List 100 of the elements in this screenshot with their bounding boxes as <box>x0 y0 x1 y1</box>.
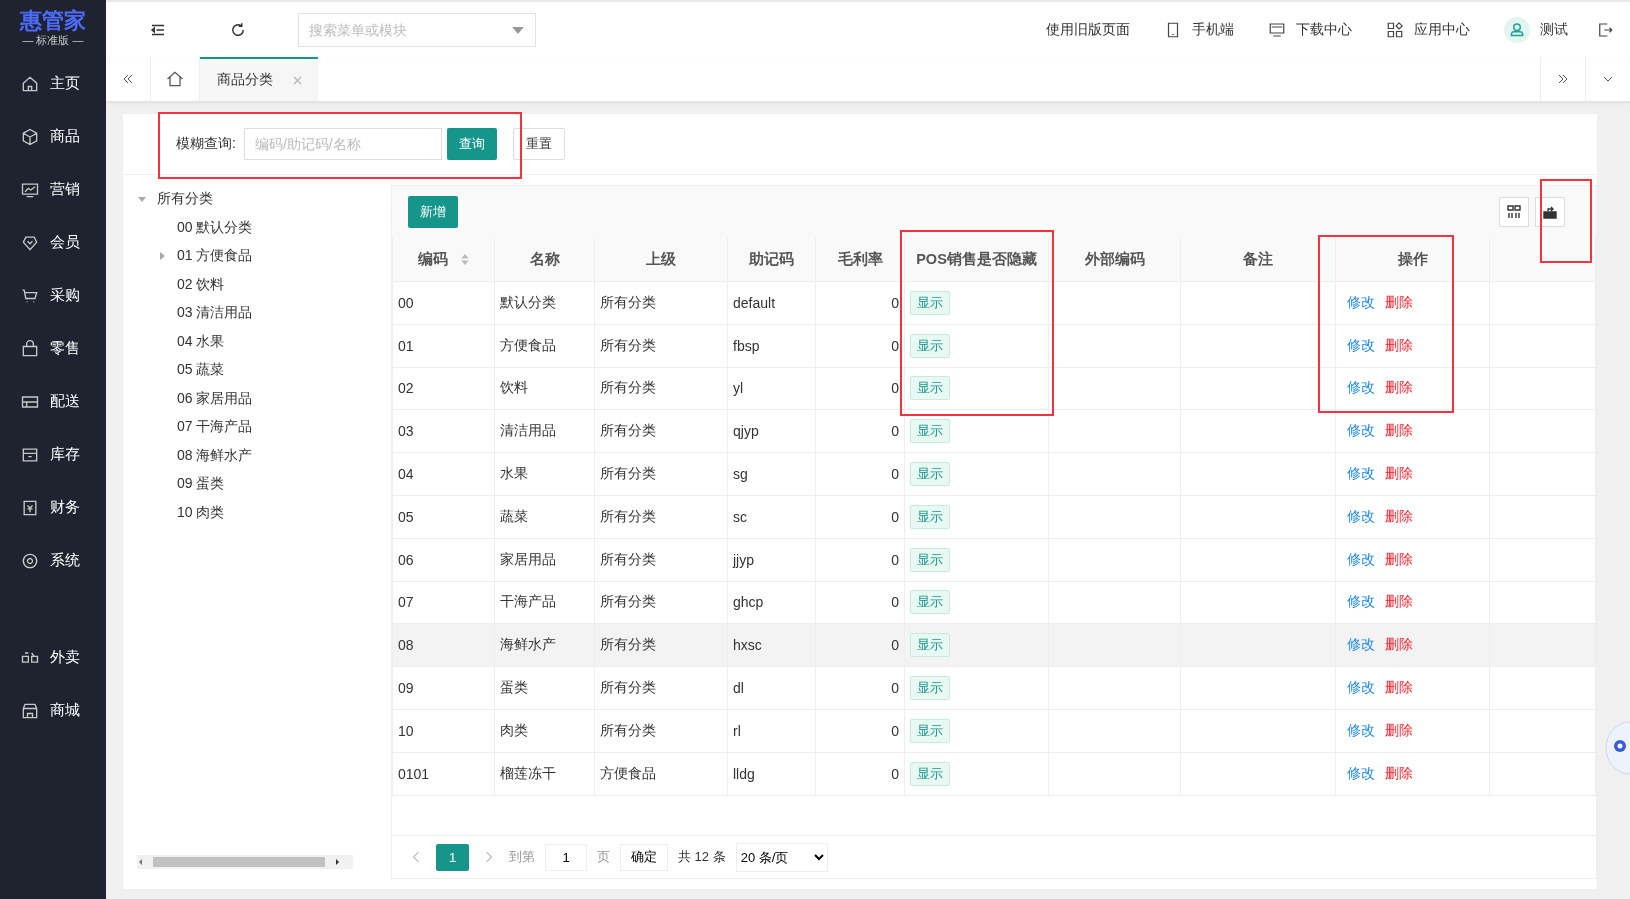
edit-link[interactable]: 修改 <box>1347 379 1375 396</box>
tree-item[interactable]: 06 家居用品 <box>137 384 359 413</box>
table-row[interactable]: 05 蔬菜 所有分类 sc 0 显示 修改 删除 <box>392 495 1596 539</box>
edit-link[interactable]: 修改 <box>1347 336 1375 353</box>
tree-item[interactable]: 00 默认分类 <box>137 213 359 242</box>
table-cell: 蔬菜 <box>494 495 595 539</box>
reset-button[interactable]: 重置 <box>512 128 565 160</box>
top-link[interactable]: 应用中心 <box>1386 20 1470 39</box>
delete-link[interactable]: 删除 <box>1385 422 1413 439</box>
search-button[interactable]: 查询 <box>446 128 497 160</box>
sidebar-item[interactable]: 零售 <box>0 322 106 375</box>
logout-icon[interactable] <box>1596 20 1614 39</box>
table-row[interactable]: 07 干海产品 所有分类 ghcp 0 显示 修改 删除 <box>392 581 1596 624</box>
tree-item[interactable]: 03 清洁用品 <box>137 299 359 328</box>
edit-link[interactable]: 修改 <box>1347 721 1375 738</box>
top-link[interactable]: 手机端 <box>1164 20 1234 39</box>
table-row[interactable]: 01 方便食品 所有分类 fbsp 0 显示 修改 删除 <box>392 324 1596 368</box>
columns-button[interactable] <box>1499 197 1529 227</box>
tree-item[interactable]: 所有分类 <box>137 185 359 214</box>
tree-item[interactable]: 02 饮料 <box>137 270 359 299</box>
edit-link[interactable]: 修改 <box>1347 550 1375 567</box>
delete-link[interactable]: 删除 <box>1385 593 1413 610</box>
tree-item[interactable]: 01 方便食品 <box>137 242 359 271</box>
refresh-icon[interactable] <box>229 20 247 39</box>
delete-link[interactable]: 删除 <box>1385 465 1413 482</box>
sidebar-item[interactable]: 配送 <box>0 375 106 428</box>
expand-caret-icon[interactable] <box>157 251 167 262</box>
page-input[interactable]: 1 <box>545 843 587 871</box>
horizontal-scrollbar[interactable] <box>137 855 353 869</box>
sidebar-item[interactable]: 商品 <box>0 110 106 163</box>
table-cell: 06 <box>392 538 495 582</box>
tree-item[interactable]: 05 蔬菜 <box>137 356 359 385</box>
user-menu[interactable]: 测试 <box>1504 16 1568 43</box>
old-version-link[interactable]: 使用旧版页面 <box>1046 20 1130 39</box>
table-row[interactable]: 04 水果 所有分类 sg 0 显示 修改 删除 <box>392 452 1596 496</box>
table-row[interactable]: 00 默认分类 所有分类 default 0 显示 修改 删除 <box>392 281 1596 325</box>
table-cell: fbsp <box>727 324 816 368</box>
next-page-icon[interactable] <box>485 850 493 864</box>
table-cell: 所有分类 <box>594 666 728 710</box>
delete-link[interactable]: 删除 <box>1385 379 1413 396</box>
tree-item[interactable]: 08 海鲜水产 <box>137 441 359 470</box>
goto-label: 到第 <box>509 848 535 866</box>
add-button[interactable]: 新增 <box>408 196 458 228</box>
export-button[interactable] <box>1535 197 1565 227</box>
tree-item[interactable]: 10 肉类 <box>137 498 359 527</box>
sort-icon[interactable] <box>459 253 470 266</box>
page-size-select[interactable]: 20 条/页 <box>735 842 828 872</box>
column-header: 毛利率 <box>815 238 905 282</box>
table-cell: 0101 <box>392 752 495 796</box>
search-select[interactable]: 搜索菜单或模块 <box>298 12 536 47</box>
table-cell: 海鲜水产 <box>494 623 595 667</box>
sidebar-item[interactable]: 系统 <box>0 534 106 587</box>
close-icon[interactable] <box>292 75 302 85</box>
delete-link[interactable]: 删除 <box>1385 679 1413 696</box>
tree-item[interactable]: 07 干海产品 <box>137 413 359 442</box>
column-header: 外部编码 <box>1048 238 1181 282</box>
delete-link[interactable]: 删除 <box>1385 293 1413 310</box>
total-count: 共 12 条 <box>678 848 726 866</box>
sidebar-item[interactable]: 财务 <box>0 481 106 534</box>
tree-item[interactable]: 09 蛋类 <box>137 470 359 499</box>
edit-link[interactable]: 修改 <box>1347 764 1375 781</box>
table-row[interactable]: 10 肉类 所有分类 rl 0 显示 修改 删除 <box>392 709 1596 753</box>
edit-link[interactable]: 修改 <box>1347 679 1375 696</box>
page-button[interactable]: 1 <box>436 843 469 871</box>
page-tab[interactable]: 商品分类 <box>200 57 318 101</box>
tree-item[interactable]: 04 水果 <box>137 327 359 356</box>
delete-link[interactable]: 删除 <box>1385 636 1413 653</box>
table-row[interactable]: 03 清洁用品 所有分类 qjyp 0 显示 修改 删除 <box>392 409 1596 453</box>
table-cell: 所有分类 <box>594 538 728 582</box>
table-row[interactable]: 06 家居用品 所有分类 jjyp 0 显示 修改 删除 <box>392 538 1596 582</box>
previous-page-icon[interactable] <box>412 850 420 864</box>
delete-link[interactable]: 删除 <box>1385 336 1413 353</box>
status-tag: 显示 <box>910 633 950 658</box>
edit-link[interactable]: 修改 <box>1347 465 1375 482</box>
edit-link[interactable]: 修改 <box>1347 422 1375 439</box>
delete-link[interactable]: 删除 <box>1385 550 1413 567</box>
sidebar-item[interactable]: 外卖 <box>0 631 106 684</box>
delete-link[interactable]: 删除 <box>1385 507 1413 524</box>
table-row[interactable]: 09 蛋类 所有分类 dl 0 显示 修改 删除 <box>392 666 1596 710</box>
sidebar-item[interactable]: 营销 <box>0 163 106 216</box>
table-cell: 清洁用品 <box>494 409 595 453</box>
table-cell: sc <box>727 495 816 539</box>
sidebar-item[interactable]: 库存 <box>0 428 106 481</box>
table-cell: rl <box>727 709 816 753</box>
sidebar-item[interactable]: 主页 <box>0 57 106 110</box>
sidebar-item[interactable]: 会员 <box>0 216 106 269</box>
table-row[interactable]: 08 海鲜水产 所有分类 hxsc 0 显示 修改 删除 <box>392 623 1596 667</box>
delete-link[interactable]: 删除 <box>1385 764 1413 781</box>
table-row[interactable]: 0101 榴莲冻干 方便食品 lldg 0 显示 修改 删除 <box>392 752 1596 796</box>
confirm-button[interactable]: 确定 <box>620 843 668 871</box>
search-field[interactable]: 编码/助记码/名称 <box>243 128 442 160</box>
edit-link[interactable]: 修改 <box>1347 593 1375 610</box>
delete-link[interactable]: 删除 <box>1385 721 1413 738</box>
table-row[interactable]: 02 饮料 所有分类 yl 0 显示 修改 删除 <box>392 367 1596 410</box>
edit-link[interactable]: 修改 <box>1347 293 1375 310</box>
sidebar-item[interactable]: 商城 <box>0 684 106 737</box>
edit-link[interactable]: 修改 <box>1347 507 1375 524</box>
sidebar-item[interactable]: 采购 <box>0 269 106 322</box>
table-cell: dl <box>727 666 816 710</box>
top-link[interactable]: 下载中心 <box>1268 20 1352 39</box>
